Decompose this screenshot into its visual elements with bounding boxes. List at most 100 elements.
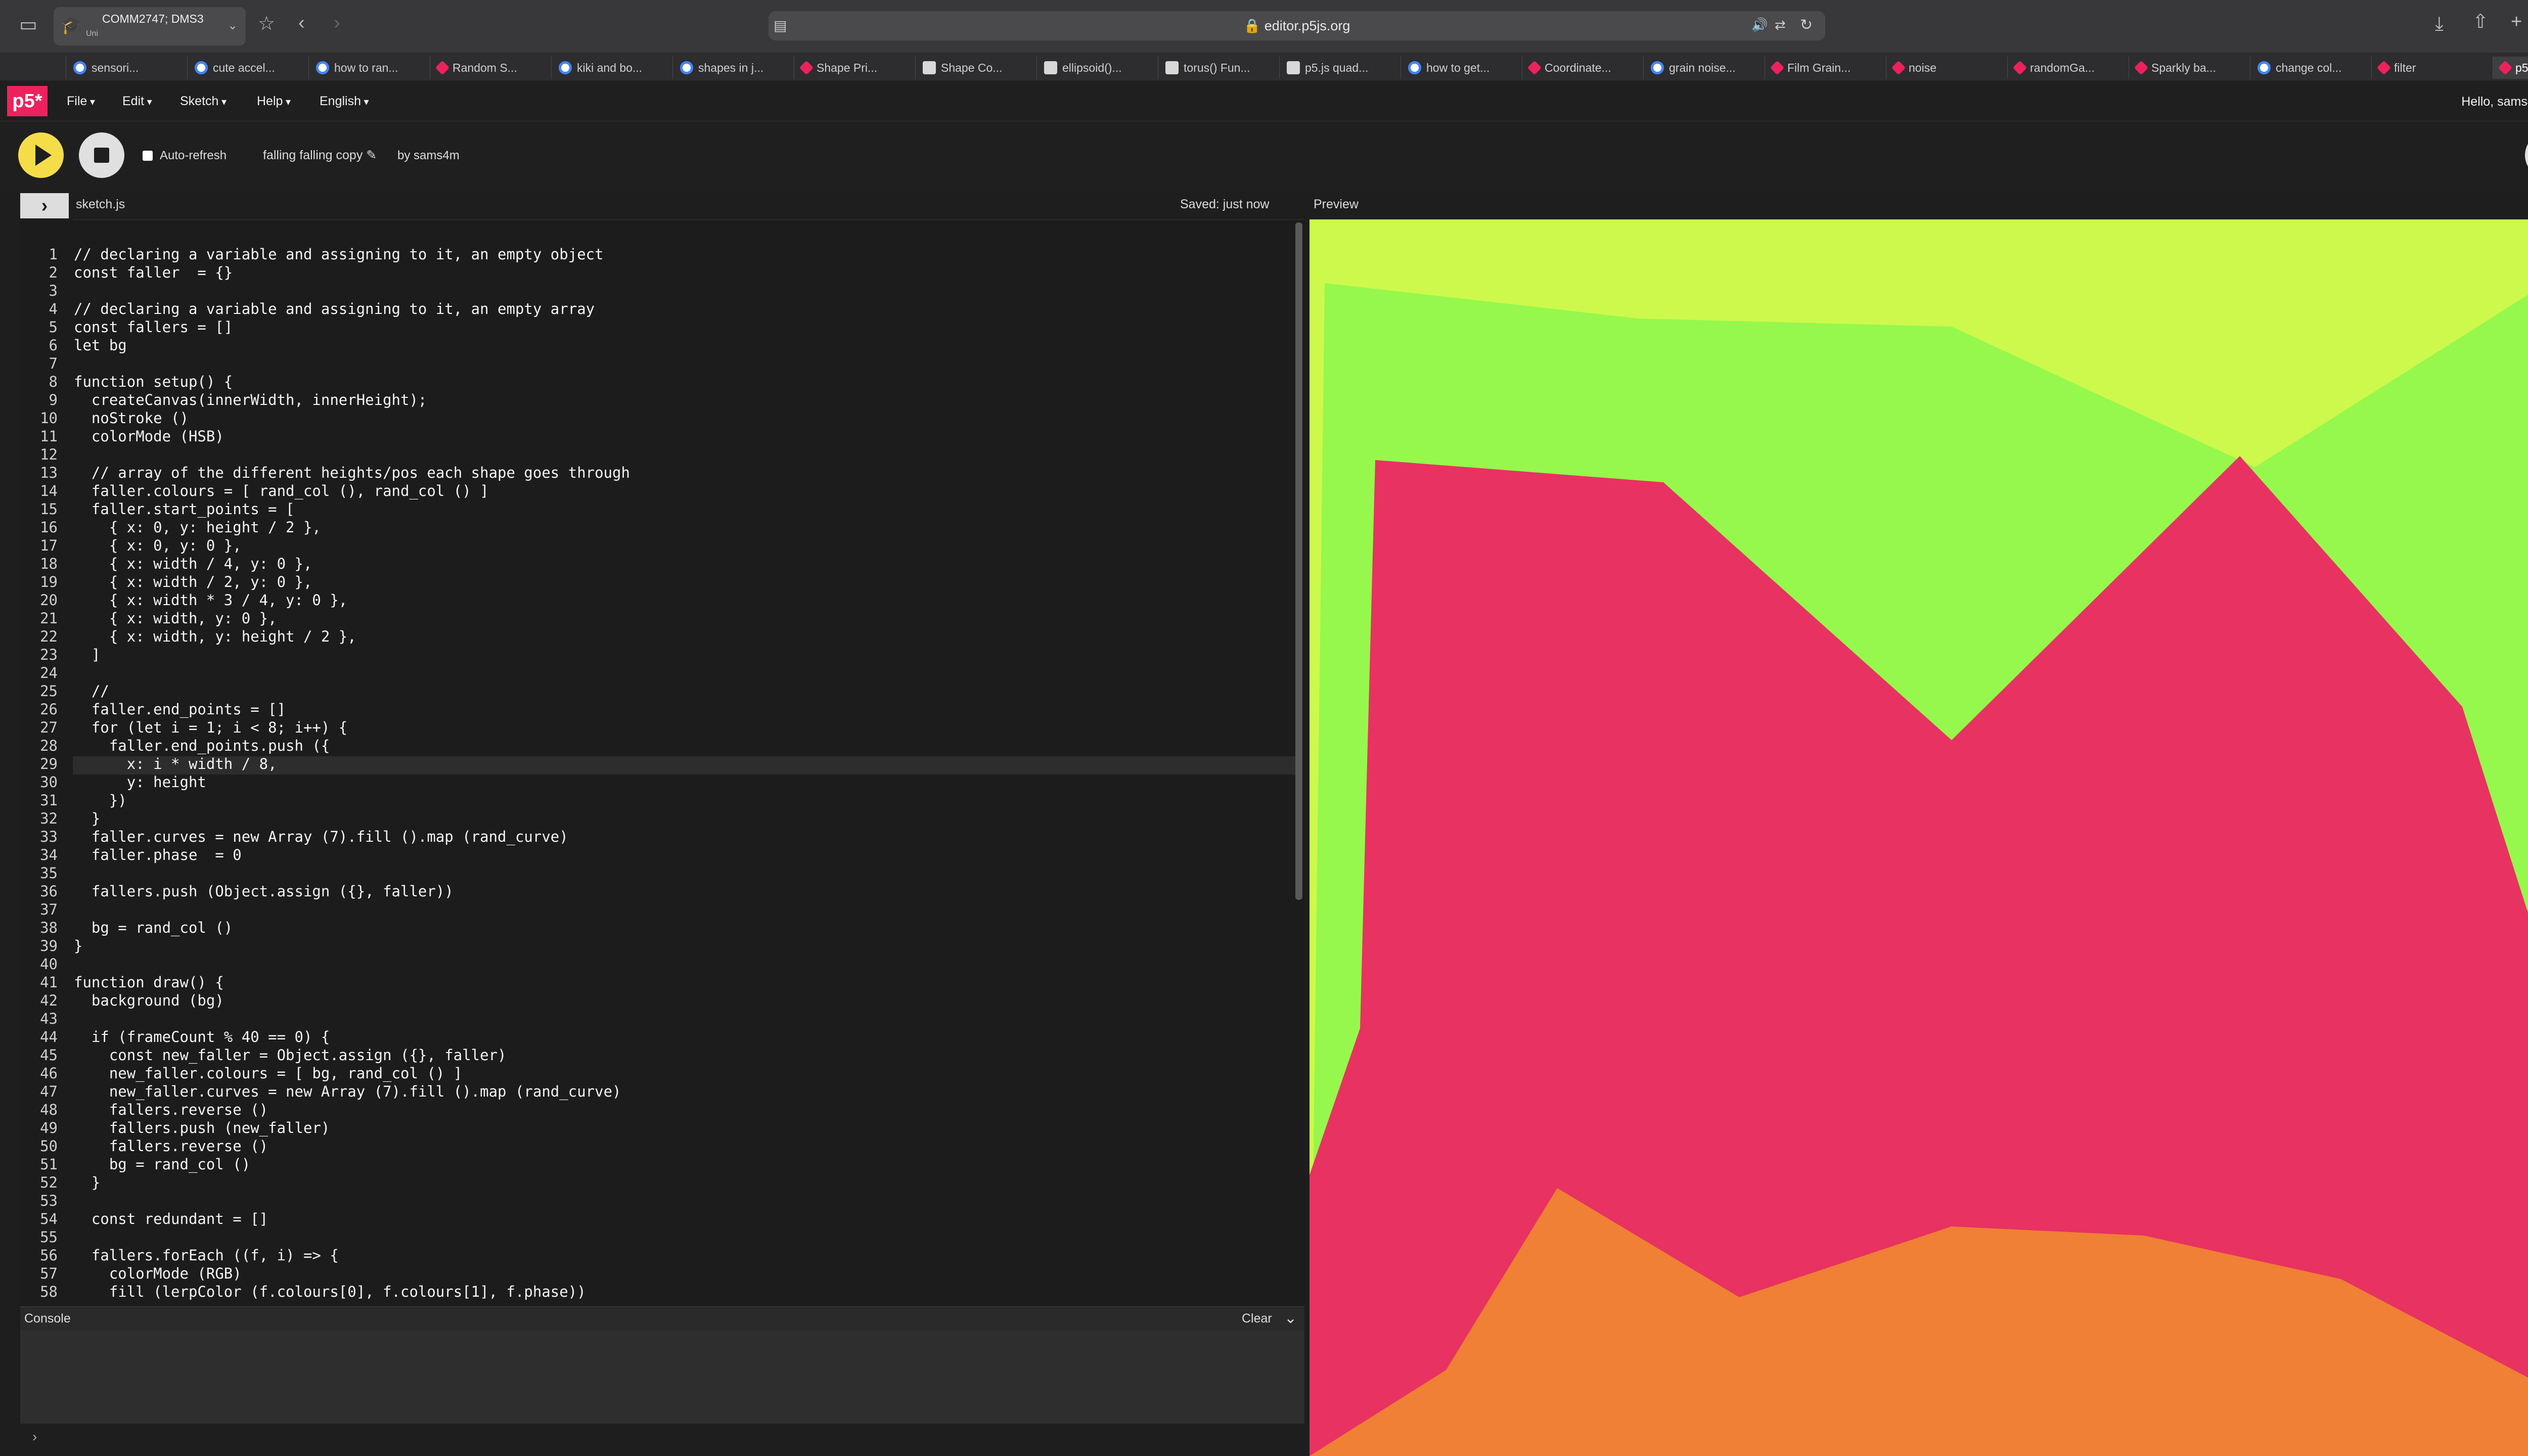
- address-bar[interactable]: ▤ 🔒 editor.p5js.org 🔊 ⇄ ↻: [769, 11, 1825, 40]
- profile-tab-group[interactable]: 🎓 COMM2747; DMS3 Uni ⌄: [54, 7, 246, 46]
- browser-tab[interactable]: Sparkly ba...: [2129, 57, 2250, 79]
- editor-scrollbar[interactable]: [1295, 222, 1302, 900]
- browser-tab[interactable]: cute accel...: [187, 57, 308, 79]
- browser-tab[interactable]: Film Grain...: [1765, 57, 1886, 79]
- code-line[interactable]: let bg: [74, 337, 127, 354]
- browser-tab[interactable]: grain noise...: [1643, 57, 1765, 79]
- code-line[interactable]: const faller = {}: [74, 264, 233, 281]
- browser-tab[interactable]: change col...: [2250, 57, 2371, 79]
- speaker-icon[interactable]: 🔊: [1751, 17, 1768, 33]
- code-line[interactable]: function draw() {: [74, 974, 224, 991]
- code-line[interactable]: faller.start_points = [: [74, 500, 295, 518]
- code-line[interactable]: const new_faller = Object.assign ({}, fa…: [74, 1046, 507, 1064]
- code-line[interactable]: }: [74, 937, 82, 954]
- code-line[interactable]: //: [74, 682, 109, 700]
- code-line[interactable]: faller.curves = new Array (7).fill ().ma…: [74, 828, 568, 845]
- code-line[interactable]: colorMode (HSB): [74, 428, 224, 445]
- browser-tab[interactable]: sensori...: [66, 57, 187, 79]
- code-line[interactable]: const fallers = []: [74, 318, 233, 336]
- translate-icon[interactable]: ⇄: [1775, 17, 1786, 33]
- code-line[interactable]: y: height: [74, 774, 206, 791]
- browser-tab[interactable]: randomGa...: [2007, 57, 2129, 79]
- code-line[interactable]: }): [74, 792, 127, 809]
- code-line[interactable]: { x: width / 4, y: 0 },: [74, 555, 312, 572]
- code-line[interactable]: x: i * width / 8,: [74, 755, 277, 772]
- browser-tab[interactable]: torus() Fun...: [1158, 57, 1279, 79]
- browser-tab[interactable]: how to get...: [1401, 57, 1522, 79]
- code-line[interactable]: new_faller.curves = new Array (7).fill (…: [74, 1083, 621, 1100]
- code-line[interactable]: if (frameCount % 40 == 0) {: [74, 1028, 330, 1045]
- browser-tab[interactable]: p5.js Web...: [2493, 57, 2528, 79]
- code-line[interactable]: faller.end_points.push ({: [74, 737, 330, 754]
- code-line[interactable]: // declaring a variable and assigning to…: [74, 246, 604, 263]
- code-line[interactable]: background (bg): [74, 992, 224, 1009]
- browser-tab[interactable]: shapes in j...: [672, 57, 794, 79]
- code-line[interactable]: }: [74, 810, 100, 827]
- code-line[interactable]: new_faller.colours = [ bg, rand_col () ]: [74, 1065, 462, 1082]
- code-line[interactable]: fallers.forEach ((f, i) => {: [74, 1247, 339, 1264]
- browser-tab[interactable]: Shape Co...: [915, 57, 1036, 79]
- menu-file[interactable]: File: [67, 94, 95, 109]
- share-icon[interactable]: ⇧: [2472, 12, 2489, 31]
- sidebar-icon[interactable]: ▭: [19, 15, 37, 34]
- browser-tab[interactable]: noise: [1886, 57, 2007, 79]
- expand-sidebar-button[interactable]: ›: [20, 193, 69, 218]
- code-line[interactable]: { x: width * 3 / 4, y: 0 },: [74, 592, 347, 609]
- user-menu[interactable]: Hello, sams4m! ▾: [2461, 94, 2528, 109]
- auto-refresh-checkbox[interactable]: [143, 151, 153, 161]
- code-line[interactable]: noStroke (): [74, 410, 189, 427]
- code-line[interactable]: { x: 0, y: 0 },: [74, 537, 242, 554]
- code-line[interactable]: function setup() {: [74, 373, 233, 390]
- code-line[interactable]: bg = rand_col (): [74, 1156, 250, 1173]
- sketch-preview-canvas[interactable]: [1310, 219, 2528, 1456]
- play-button[interactable]: [18, 132, 64, 178]
- code-line[interactable]: fallers.reverse (): [74, 1101, 268, 1118]
- stop-button[interactable]: [79, 132, 124, 178]
- console-input[interactable]: ›: [32, 1429, 37, 1445]
- code-line[interactable]: faller.end_points = []: [74, 701, 286, 718]
- code-line[interactable]: fallers.push (Object.assign ({}, faller)…: [74, 883, 454, 900]
- menu-language[interactable]: English: [320, 94, 369, 109]
- browser-tab[interactable]: kiki and bo...: [551, 57, 672, 79]
- code-line[interactable]: }: [74, 1174, 100, 1191]
- menu-sketch[interactable]: Sketch: [180, 94, 227, 109]
- code-line[interactable]: fill (lerpColor (f.colours[0], f.colours…: [74, 1283, 586, 1300]
- sketch-name[interactable]: falling falling copy ✎: [263, 148, 377, 163]
- code-line[interactable]: createCanvas(innerWidth, innerHeight);: [74, 391, 427, 408]
- code-line[interactable]: bg = rand_col (): [74, 919, 233, 936]
- browser-tab[interactable]: Coordinate...: [1522, 57, 1643, 79]
- code-line[interactable]: for (let i = 1; i < 8; i++) {: [74, 719, 347, 736]
- forward-icon[interactable]: ›: [334, 13, 340, 32]
- star-icon[interactable]: ☆: [258, 14, 275, 33]
- menu-edit[interactable]: Edit: [122, 94, 152, 109]
- chevron-down-icon[interactable]: ⌄: [228, 18, 238, 33]
- console-clear-button[interactable]: Clear: [1242, 1311, 1272, 1326]
- browser-tab[interactable]: Shape Pri...: [794, 57, 915, 79]
- code-line[interactable]: colorMode (RGB): [74, 1265, 242, 1282]
- code-line[interactable]: { x: width, y: height / 2 },: [74, 628, 356, 645]
- browser-tab[interactable]: p5.js quad...: [1279, 57, 1401, 79]
- p5-logo[interactable]: p5*: [7, 86, 48, 116]
- code-line[interactable]: { x: width, y: 0 },: [74, 610, 277, 627]
- menu-help[interactable]: Help: [257, 94, 291, 109]
- back-icon[interactable]: ‹: [298, 13, 305, 32]
- chevron-down-icon[interactable]: ⌄: [1284, 1309, 1297, 1327]
- browser-tab[interactable]: filter: [2371, 57, 2493, 79]
- code-line[interactable]: faller.phase = 0: [74, 846, 242, 863]
- code-line[interactable]: // declaring a variable and assigning to…: [74, 300, 595, 317]
- reload-icon[interactable]: ↻: [1800, 16, 1813, 34]
- code-line[interactable]: const redundant = []: [74, 1210, 268, 1227]
- code-line[interactable]: ]: [74, 646, 100, 663]
- code-line[interactable]: fallers.reverse (): [74, 1138, 268, 1155]
- code-line[interactable]: { x: 0, y: height / 2 },: [74, 519, 321, 536]
- sketch-author[interactable]: by sams4m: [397, 149, 460, 163]
- code-line[interactable]: fallers.push (new_faller): [74, 1119, 330, 1136]
- new-tab-icon[interactable]: +: [2511, 12, 2522, 31]
- code-line[interactable]: // array of the different heights/pos ea…: [74, 464, 630, 481]
- download-icon[interactable]: ⤓: [2435, 14, 2444, 33]
- browser-tab[interactable]: how to ran...: [308, 57, 430, 79]
- code-line[interactable]: faller.colours = [ rand_col (), rand_col…: [74, 482, 489, 499]
- code-line[interactable]: { x: width / 2, y: 0 },: [74, 573, 312, 590]
- browser-tab[interactable]: ellipsoid()...: [1036, 57, 1158, 79]
- browser-tab[interactable]: Random S...: [430, 57, 551, 79]
